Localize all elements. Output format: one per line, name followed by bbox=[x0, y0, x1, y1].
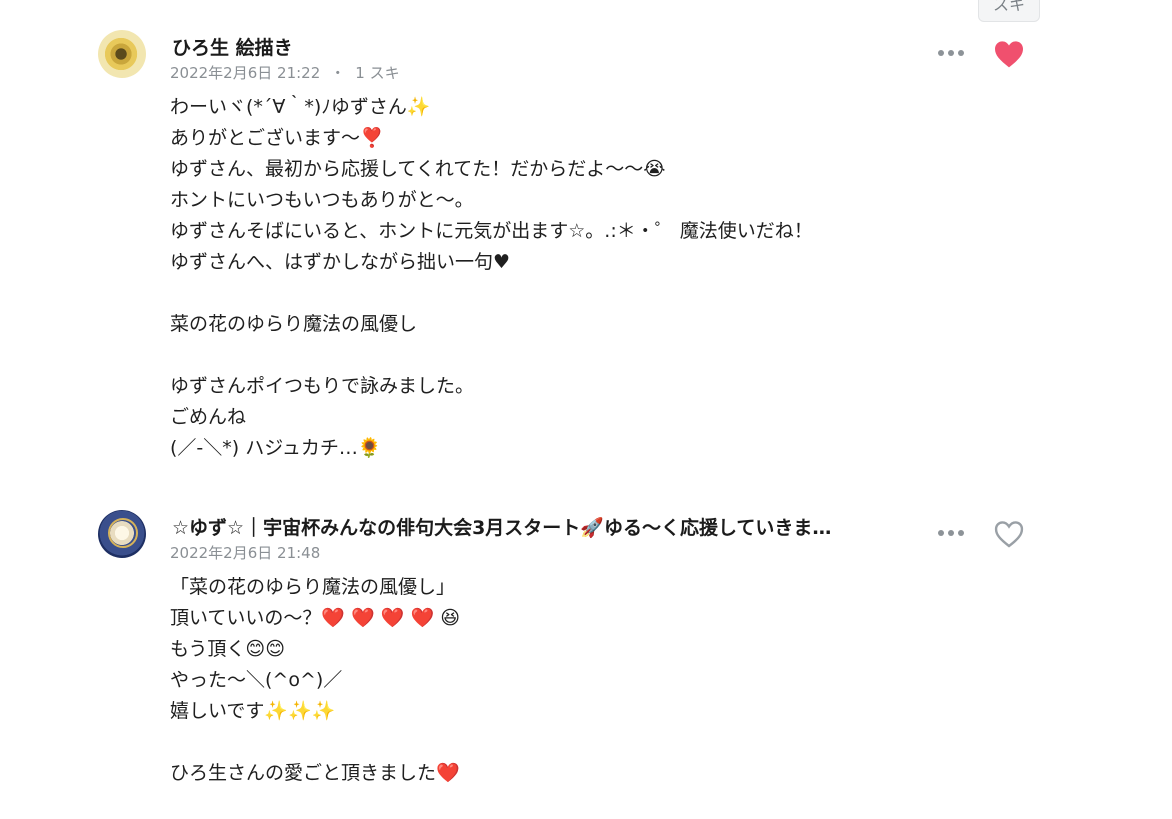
author-avatar[interactable] bbox=[98, 510, 146, 558]
comment-line: (／-＼*) ハジュカチ…🌻 bbox=[170, 437, 382, 459]
author-avatar[interactable] bbox=[98, 30, 146, 78]
comment-line: 菜の花のゆらり魔法の風優し bbox=[170, 313, 418, 335]
heart-outline-icon bbox=[994, 521, 1024, 548]
comment-line: ごめんね bbox=[170, 406, 247, 428]
comment-meta: 2022年2月6日 21:48 bbox=[170, 542, 320, 563]
like-count[interactable]: 1 スキ bbox=[355, 64, 399, 82]
more-options-button[interactable] bbox=[934, 522, 968, 544]
comment-date: 2022年2月6日 21:48 bbox=[170, 544, 321, 562]
top-like-tag[interactable]: スキ bbox=[978, 0, 1040, 22]
comment-line: ゆずさんへ、はずかしながら拙い一句♥ bbox=[170, 251, 511, 273]
comment-meta: 2022年2月6日 21:22 ・ 1 スキ bbox=[170, 62, 400, 83]
more-dot bbox=[958, 530, 964, 536]
comment-line: もう頂く😊😊 bbox=[170, 638, 286, 660]
comment-line: ゆずさんそばにいると、ホントに元気が出ます☆。.:＊・゜ 魔法使いだね！ bbox=[170, 220, 813, 242]
meta-separator: ・ bbox=[330, 64, 346, 82]
more-dots-icon bbox=[938, 50, 944, 56]
comment-line: 嬉しいです✨✨✨ bbox=[170, 700, 336, 722]
comment-line: ゆずさん、最初から応援してくれてた！だからだよ～～😭 bbox=[170, 158, 666, 180]
comment-line: ひろ生さんの愛ごと頂きました❤️ bbox=[170, 762, 460, 784]
comment-line: わーいヾ(*´∀｀*)ﾉゆずさん✨ bbox=[170, 96, 431, 118]
comment-line: ありがとございます～❣️ bbox=[170, 127, 384, 149]
comment-date: 2022年2月6日 21:22 bbox=[170, 64, 321, 82]
comment-line: 頂いていいの～？❤️ ❤️ ❤️ ❤️ 😆 bbox=[170, 607, 461, 629]
more-options-button[interactable] bbox=[934, 42, 968, 64]
more-dot bbox=[948, 50, 954, 56]
comment-line: ホントにいつもいつもありがと～。 bbox=[170, 189, 474, 211]
more-dot bbox=[948, 530, 954, 536]
comment-body: 「菜の花のゆらり魔法の風優し」 頂いていいの～？❤️ ❤️ ❤️ ❤️ 😆 もう… bbox=[170, 572, 460, 789]
comment-line: ゆずさんポイつもりで詠みました。 bbox=[170, 375, 475, 397]
like-button[interactable] bbox=[991, 516, 1027, 552]
author-name[interactable]: ひろ生 絵描き bbox=[172, 33, 293, 60]
more-dots-icon bbox=[938, 530, 944, 536]
author-name[interactable]: ☆ゆず☆｜宇宙杯みんなの俳句大会3月スタート🚀ゆる～く応援していきま… bbox=[172, 513, 831, 540]
like-button[interactable] bbox=[991, 36, 1027, 72]
comments-page: スキ ひろ生 絵描き 2022年2月6日 21:22 ・ 1 スキ わーいヾ(*´∀… bbox=[0, 0, 1172, 819]
heart-filled-icon bbox=[995, 41, 1023, 68]
comment-line: 「菜の花のゆらり魔法の風優し」 bbox=[170, 576, 456, 598]
comment-body: わーいヾ(*´∀｀*)ﾉゆずさん✨ ありがとございます～❣️ ゆずさん、最初から… bbox=[170, 92, 813, 464]
more-dot bbox=[958, 50, 964, 56]
comment-line: やった～＼(^o^)／ bbox=[170, 669, 343, 691]
